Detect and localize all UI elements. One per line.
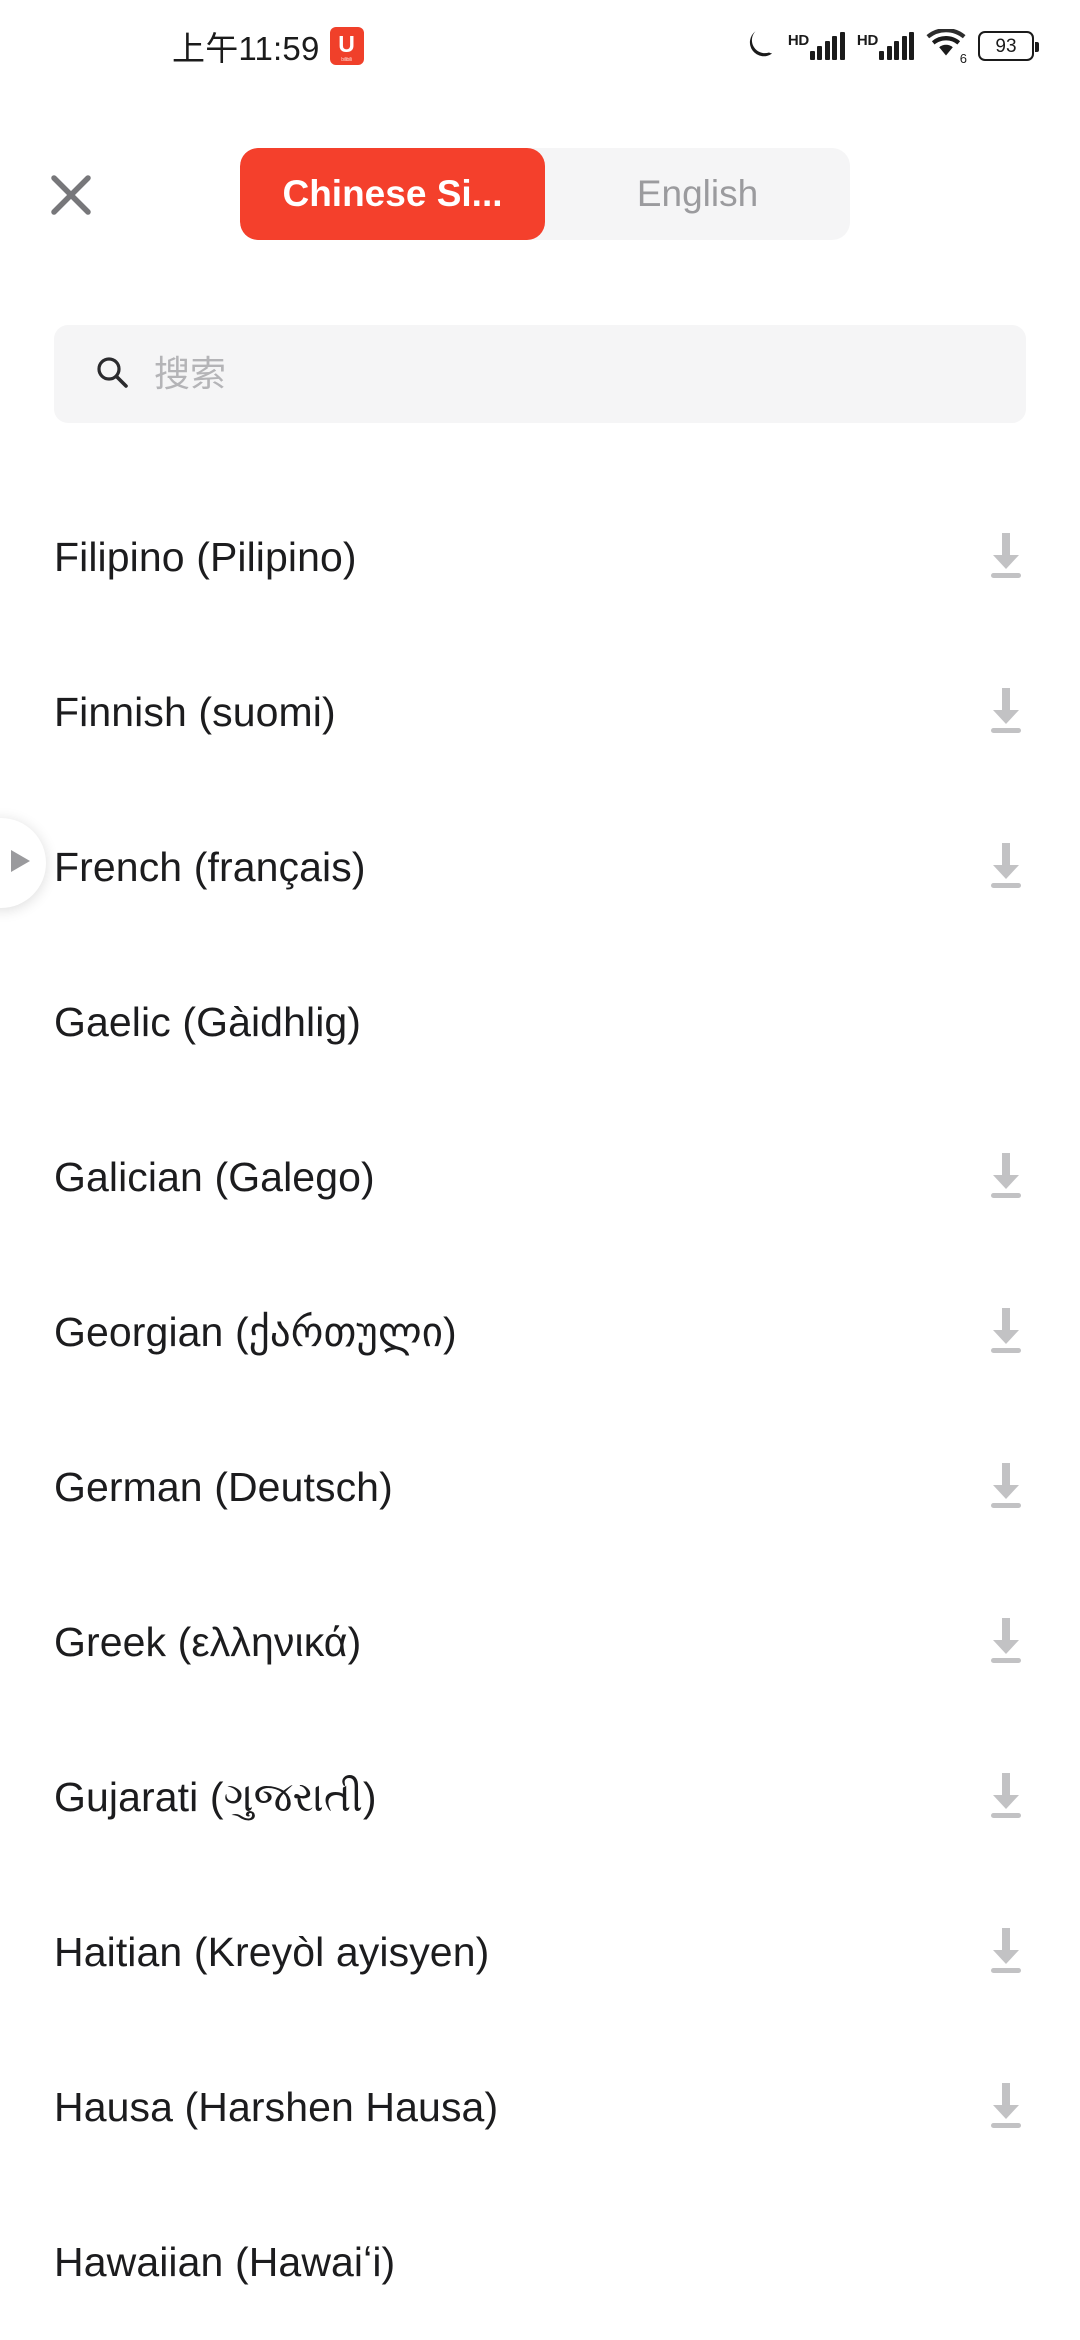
- download-icon[interactable]: [976, 1300, 1036, 1365]
- language-list[interactable]: Filipino (Pilipino) Finnish (suomi) French…: [0, 480, 1080, 2340]
- download-icon[interactable]: [976, 835, 1036, 900]
- language-name-english: Galician: [54, 1154, 203, 1200]
- tab-source-language-label: Chinese Si...: [282, 173, 503, 214]
- download-icon[interactable]: [976, 1145, 1036, 1210]
- app-notification-badge-icon: U bilibili: [329, 27, 364, 65]
- language-name: Haitian (Kreyòl ayisyen): [54, 1932, 489, 1973]
- language-name-english: Gaelic: [54, 999, 171, 1045]
- language-name: Hausa (Harshen Hausa): [54, 2087, 498, 2128]
- language-list-item[interactable]: Greek (ελληνικά): [0, 1565, 1080, 1720]
- language-name: Hawaiian (Hawaiʻi): [54, 2242, 395, 2283]
- battery-percentage: 93: [995, 35, 1017, 57]
- download-icon[interactable]: [976, 525, 1036, 590]
- sim1-bars: [809, 31, 845, 60]
- language-list-item[interactable]: Georgian (ქართული): [0, 1255, 1080, 1410]
- download-icon[interactable]: [976, 1610, 1036, 1675]
- language-list-item[interactable]: Galician (Galego): [0, 1100, 1080, 1255]
- language-name-native: (ქართული): [234, 1309, 457, 1355]
- search-field[interactable]: 搜索: [54, 325, 1026, 423]
- language-name-native: (ગુજરાતી): [209, 1774, 377, 1820]
- status-bar: 上午11:59 U bilibili HD HD 6 93: [0, 0, 1080, 92]
- status-bar-left: 上午11:59 U bilibili: [0, 22, 364, 70]
- language-direction-tabs: Chinese Si... English: [240, 148, 850, 240]
- close-icon: [45, 169, 97, 226]
- language-name-native: (français): [193, 844, 366, 890]
- status-bar-clock: 上午11:59: [172, 30, 320, 67]
- download-icon[interactable]: [976, 1920, 1036, 1985]
- tab-source-language[interactable]: Chinese Si...: [240, 148, 545, 240]
- language-name-english: French: [54, 844, 183, 890]
- language-list-item[interactable]: Haitian (Kreyòl ayisyen): [0, 1875, 1080, 2030]
- language-name-native: (Kreyòl ayisyen): [193, 1929, 490, 1975]
- language-list-item[interactable]: Finnish (suomi): [0, 635, 1080, 790]
- language-name: Galician (Galego): [54, 1157, 375, 1198]
- wifi-icon: 6: [926, 28, 967, 66]
- download-icon[interactable]: [976, 1455, 1036, 1520]
- page-header: Chinese Si... English: [0, 148, 1080, 246]
- play-triangle-icon: [5, 845, 35, 882]
- language-name-native: (Harshen Hausa): [184, 2084, 499, 2130]
- tab-target-language-label: English: [636, 173, 759, 214]
- download-icon[interactable]: [976, 2075, 1036, 2140]
- language-name-english: Finnish: [54, 689, 187, 735]
- language-name-english: Gujarati: [54, 1774, 199, 1820]
- language-name: Greek (ελληνικά): [54, 1622, 361, 1663]
- language-list-item[interactable]: German (Deutsch): [0, 1410, 1080, 1565]
- language-name-english: Georgian: [54, 1309, 224, 1355]
- language-list-item[interactable]: Hausa (Harshen Hausa): [0, 2030, 1080, 2185]
- language-name-english: Haitian: [54, 1929, 183, 1975]
- battery-icon: 93: [978, 31, 1039, 61]
- sim1-hd-label: HD: [787, 31, 809, 49]
- download-icon[interactable]: [976, 1765, 1036, 1830]
- sim2-hd-label: HD: [856, 31, 878, 49]
- language-list-item[interactable]: Gaelic (Gàidhlig): [0, 945, 1080, 1100]
- wifi-generation-label: 6: [959, 51, 967, 66]
- sim2-bars: [879, 31, 914, 60]
- language-name-native: (Hawaiʻi): [234, 2239, 396, 2285]
- language-name: German (Deutsch): [54, 1467, 393, 1508]
- language-name-native: (Gàidhlig): [182, 999, 362, 1045]
- download-icon-placeholder: [976, 2233, 1036, 2293]
- language-name-english: Hawaiian: [54, 2239, 224, 2285]
- language-name-english: Filipino: [54, 534, 185, 580]
- tab-target-language[interactable]: English: [545, 148, 850, 240]
- language-name-native: (ελληνικά): [177, 1619, 362, 1665]
- language-name: French (français): [54, 847, 366, 888]
- app-badge-subtext: bilibili: [341, 57, 352, 63]
- close-button[interactable]: [36, 162, 106, 232]
- language-name-english: Hausa: [54, 2084, 174, 2130]
- status-bar-right: HD HD 6 93: [746, 27, 1039, 66]
- sim1-signal-icon: HD: [787, 31, 845, 60]
- search-placeholder-text: 搜索: [154, 353, 227, 394]
- search-icon: [94, 354, 130, 395]
- language-list-item[interactable]: Gujarati (ગુજરાતી): [0, 1720, 1080, 1875]
- language-name: Gujarati (ગુજરાતી): [54, 1777, 377, 1818]
- language-name: Finnish (suomi): [54, 692, 336, 733]
- language-name-english: German: [54, 1464, 203, 1510]
- language-list-item[interactable]: Filipino (Pilipino): [0, 480, 1080, 635]
- download-icon[interactable]: [976, 680, 1036, 745]
- app-badge-letter: U: [338, 30, 355, 57]
- language-name-english: Greek: [54, 1619, 167, 1665]
- moon-icon: [746, 27, 776, 66]
- language-name-native: (suomi): [198, 689, 336, 735]
- language-name: Filipino (Pilipino): [54, 537, 357, 578]
- language-name-native: (Pilipino): [196, 534, 357, 580]
- language-name-native: (Deutsch): [214, 1464, 393, 1510]
- language-name-native: (Galego): [214, 1154, 375, 1200]
- download-icon-placeholder: [976, 993, 1036, 1053]
- sim2-signal-icon: HD: [856, 31, 914, 60]
- language-list-item[interactable]: Hawaiian (Hawaiʻi): [0, 2185, 1080, 2340]
- language-name: Gaelic (Gàidhlig): [54, 1002, 361, 1043]
- language-selection-screen: 上午11:59 U bilibili HD HD 6 93 Chinese Si…: [0, 0, 1080, 2340]
- language-list-item[interactable]: French (français): [0, 790, 1080, 945]
- language-name: Georgian (ქართული): [54, 1312, 457, 1353]
